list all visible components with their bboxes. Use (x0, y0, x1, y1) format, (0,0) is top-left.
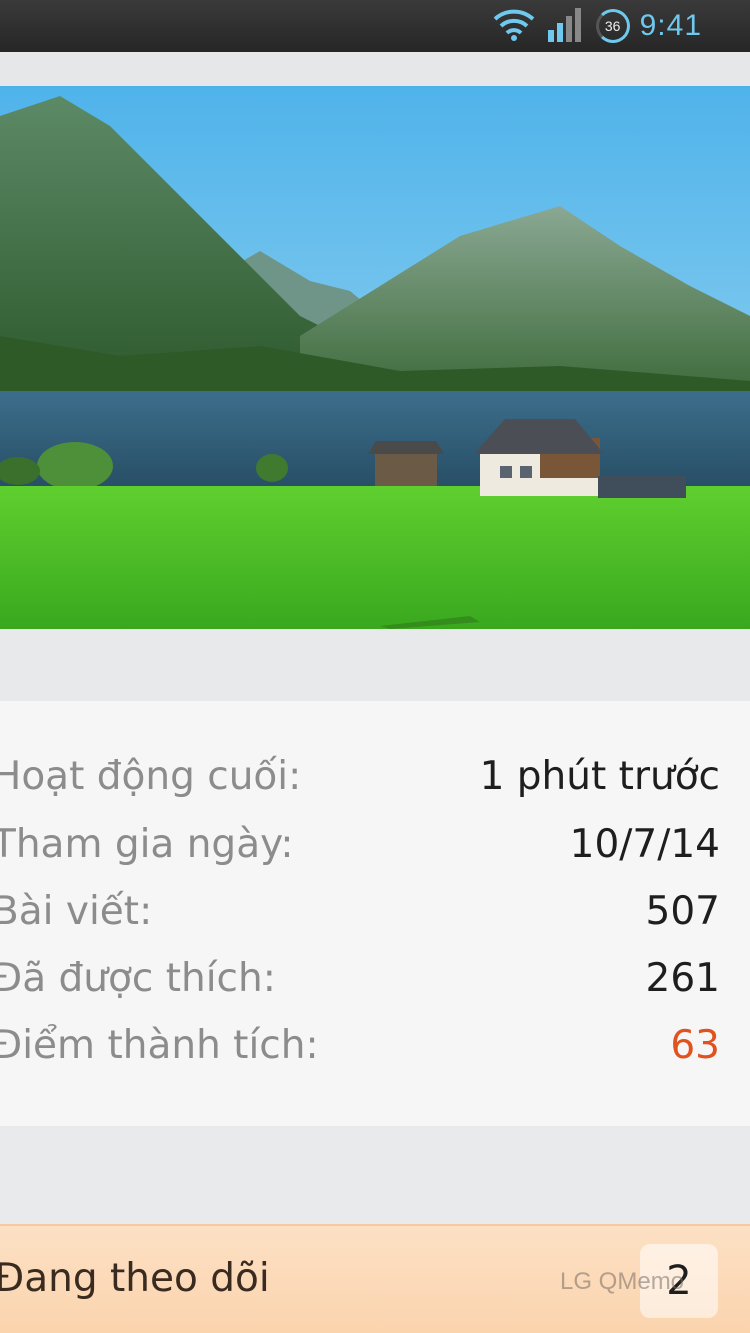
stat-label: Tham gia ngày: (0, 822, 294, 867)
stat-row-likes: Đã được thích: 261 (0, 956, 750, 1016)
status-bar: 36 9:41 (0, 0, 750, 52)
spacer-middle (0, 629, 750, 701)
cover-image[interactable] (0, 86, 750, 629)
profile-stats: Hoạt động cuối: 1 phút trước Tham gia ng… (0, 701, 750, 1126)
stat-row-last-active: Hoạt động cuối: 1 phút trước (0, 754, 750, 814)
stat-value: 261 (645, 956, 720, 1001)
watermark: LG QMemo (560, 1268, 685, 1295)
stat-value: 1 phút trước (479, 754, 720, 799)
status-icons: 36 9:41 (492, 6, 702, 46)
stat-label: Hoạt động cuối: (0, 754, 302, 799)
battery-icon: 36 (595, 9, 630, 43)
following-label: Đang theo dõi (0, 1256, 270, 1301)
spacer-bottom (0, 1126, 750, 1224)
stat-value-accent: 63 (670, 1023, 720, 1068)
following-row[interactable]: Đang theo dõi 2 LG QMemo (0, 1224, 750, 1333)
stat-value: 10/7/14 (569, 822, 720, 867)
stat-label: Bài viết: (0, 889, 153, 934)
status-time: 9:41 (639, 9, 702, 42)
stat-value: 507 (645, 889, 720, 934)
wifi-icon (492, 6, 536, 46)
stat-label: Điểm thành tích: (0, 1023, 319, 1068)
stat-label: Đã được thích: (0, 956, 276, 1001)
stat-row-posts[interactable]: Bài viết: 507 (0, 889, 750, 949)
signal-icon (546, 6, 586, 46)
spacer-top (0, 52, 750, 86)
stat-row-trophy-points[interactable]: Điểm thành tích: 63 (0, 1023, 750, 1083)
stat-row-join-date: Tham gia ngày: 10/7/14 (0, 822, 750, 882)
